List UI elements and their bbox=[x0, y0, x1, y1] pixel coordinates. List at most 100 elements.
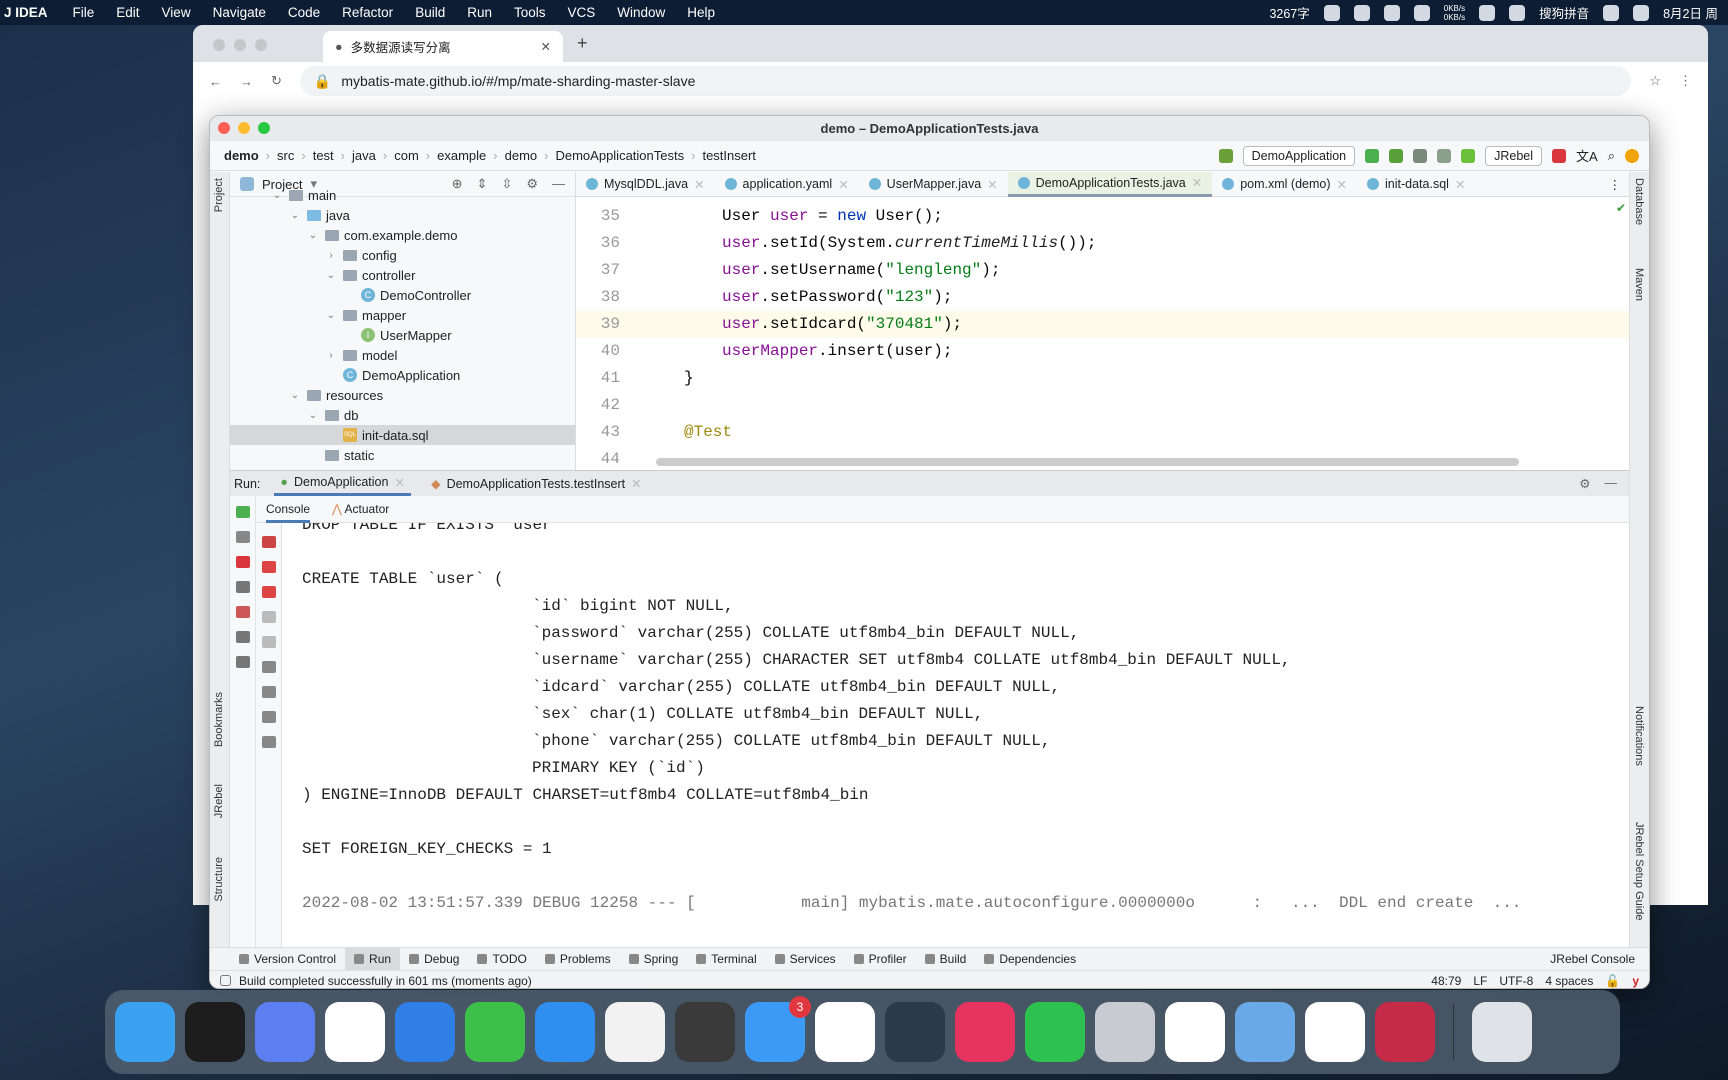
editor-tab[interactable]: pom.xml (demo) ✕ bbox=[1212, 172, 1357, 197]
tool-window-build[interactable]: Build bbox=[916, 948, 976, 971]
project-tool-button[interactable]: Project bbox=[213, 178, 225, 212]
tree-item[interactable]: C DemoApplication bbox=[230, 365, 575, 385]
run-config-select[interactable]: DemoApplication bbox=[1242, 145, 1356, 166]
up-arrow-icon[interactable] bbox=[261, 561, 276, 573]
chevron-right-icon[interactable]: › bbox=[324, 350, 338, 361]
menu-tools[interactable]: Tools bbox=[503, 5, 557, 20]
extensions-icon[interactable]: ⋮ bbox=[1679, 73, 1692, 89]
chevron-down-icon[interactable]: ⌄ bbox=[324, 310, 338, 321]
hide-icon[interactable]: — bbox=[1605, 476, 1618, 491]
tool-window-todo[interactable]: TODO bbox=[468, 948, 535, 971]
tab-actuator[interactable]: ⋀ Actuator bbox=[332, 502, 389, 516]
menu-edit[interactable]: Edit bbox=[105, 5, 150, 20]
youdao-icon[interactable]: y bbox=[1632, 974, 1639, 988]
editor-tab[interactable]: MysqlDDL.java ✕ bbox=[576, 172, 715, 197]
wifi-icon[interactable] bbox=[1603, 4, 1620, 21]
tree-item[interactable]: static bbox=[230, 445, 575, 465]
close-tab-icon[interactable]: ✕ bbox=[541, 39, 551, 54]
menu-navigate[interactable]: Navigate bbox=[202, 5, 277, 20]
close-button[interactable] bbox=[218, 122, 230, 134]
dock-finder-icon[interactable] bbox=[115, 1002, 175, 1062]
wechat-icon[interactable] bbox=[1413, 4, 1430, 21]
app-name[interactable]: J IDEA bbox=[0, 5, 62, 20]
status-toggle-icon[interactable] bbox=[220, 975, 231, 986]
maven-tool-button[interactable]: Maven bbox=[1633, 268, 1645, 301]
dock-intellij-idea-icon[interactable] bbox=[955, 1002, 1015, 1062]
video-icon[interactable] bbox=[1383, 4, 1400, 21]
close-tab-icon[interactable]: ✕ bbox=[1192, 175, 1202, 190]
debug-icon[interactable] bbox=[1389, 148, 1404, 163]
line-separator[interactable]: LF bbox=[1473, 974, 1487, 988]
jrebel-tool-button[interactable]: JRebel bbox=[213, 784, 225, 818]
close-tab-icon[interactable]: ✕ bbox=[1455, 177, 1465, 192]
dock-launchpad-icon[interactable] bbox=[1095, 1002, 1155, 1062]
rerun-icon[interactable] bbox=[235, 506, 250, 518]
dock-vscode-icon[interactable] bbox=[1305, 1002, 1365, 1062]
code-area[interactable]: ✔3˄˅ 35User user = new User();36user.set… bbox=[576, 197, 1643, 470]
battery-icon[interactable] bbox=[1509, 4, 1526, 21]
dock-navicat-icon[interactable] bbox=[1235, 1002, 1295, 1062]
chevron-down-icon[interactable]: ⌄ bbox=[306, 230, 320, 241]
file-encoding[interactable]: UTF-8 bbox=[1499, 974, 1533, 988]
breadcrumb-item[interactable]: example bbox=[433, 148, 490, 163]
coverage-icon[interactable] bbox=[1413, 148, 1428, 163]
breadcrumb-item[interactable]: testInsert bbox=[698, 148, 759, 163]
chevron-down-icon[interactable]: ⌄ bbox=[306, 410, 320, 421]
tree-item[interactable]: I UserMapper bbox=[230, 325, 575, 345]
tool-window-services[interactable]: Services bbox=[766, 948, 845, 971]
trash-icon[interactable] bbox=[261, 736, 276, 748]
scroll-to-end-icon[interactable] bbox=[261, 686, 276, 698]
tool-window-profiler[interactable]: Profiler bbox=[845, 948, 916, 971]
dock-wechat-icon[interactable] bbox=[1025, 1002, 1085, 1062]
breadcrumb-item[interactable]: com bbox=[390, 148, 423, 163]
clock[interactable]: 8月2日 周 bbox=[1663, 3, 1718, 22]
tool-window-debug[interactable]: Debug bbox=[400, 948, 468, 971]
forward-icon[interactable]: → bbox=[240, 74, 253, 89]
profile-icon[interactable] bbox=[1437, 148, 1452, 163]
menu-refactor[interactable]: Refactor bbox=[331, 5, 404, 20]
close-tab-icon[interactable]: ✕ bbox=[694, 177, 704, 192]
tool-window-version-control[interactable]: Version Control bbox=[230, 948, 345, 971]
tree-item[interactable]: SQL init-data.sql bbox=[230, 425, 575, 445]
tree-item[interactable]: ⌄ resources bbox=[230, 385, 575, 405]
run-tab[interactable]: ◆ DemoApplicationTests.testInsert ✕ bbox=[425, 471, 648, 496]
search-icon[interactable]: ⌕ bbox=[1608, 148, 1615, 164]
menu-window[interactable]: Window bbox=[606, 5, 676, 20]
dock-terminal-icon[interactable] bbox=[185, 1002, 245, 1062]
star-icon[interactable]: ☆ bbox=[1649, 73, 1661, 89]
tree-item[interactable]: › config bbox=[230, 245, 575, 265]
database-tool-button[interactable]: Database bbox=[1633, 178, 1645, 225]
tree-item[interactable]: › model bbox=[230, 345, 575, 365]
tree-item[interactable]: ⌄ com.example.demo bbox=[230, 225, 575, 245]
menu-file[interactable]: File bbox=[62, 5, 106, 20]
notifications-tool-button[interactable]: Notifications bbox=[1633, 706, 1645, 766]
close-tab-icon[interactable]: ✕ bbox=[631, 476, 641, 491]
editor-tab[interactable]: DemoApplicationTests.java ✕ bbox=[1007, 171, 1213, 197]
tree-item[interactable]: ⌄ controller bbox=[230, 265, 575, 285]
camera-icon[interactable] bbox=[235, 581, 250, 593]
tree-item[interactable]: C DemoController bbox=[230, 285, 575, 305]
dock-dingtalk-chat-icon[interactable] bbox=[1165, 1002, 1225, 1062]
collapse-all-icon[interactable]: ⇳ bbox=[501, 176, 512, 192]
close-tab-icon[interactable]: ✕ bbox=[838, 177, 848, 192]
gear-icon[interactable]: ⚙ bbox=[526, 176, 538, 192]
tool-window-dependencies[interactable]: Dependencies bbox=[975, 948, 1085, 971]
run-tab[interactable]: ● DemoApplication ✕ bbox=[274, 471, 411, 496]
close-tab-icon[interactable]: ✕ bbox=[394, 475, 404, 490]
dock-sublime-text-icon[interactable] bbox=[675, 1002, 735, 1062]
spotlight-icon[interactable] bbox=[1633, 4, 1650, 21]
structure-tool-button[interactable]: Structure bbox=[213, 857, 225, 902]
minimize-button[interactable] bbox=[234, 39, 246, 51]
dock-safari-icon[interactable] bbox=[535, 1002, 595, 1062]
dock-pwa-icon[interactable] bbox=[465, 1002, 525, 1062]
menu-help[interactable]: Help bbox=[676, 5, 726, 20]
zoom-button[interactable] bbox=[258, 122, 270, 134]
reload-icon[interactable]: ↻ bbox=[271, 73, 282, 89]
dock-remote-desktop-icon[interactable] bbox=[395, 1002, 455, 1062]
chevron-down-icon[interactable]: ⌄ bbox=[288, 390, 302, 401]
down-icon[interactable] bbox=[261, 636, 276, 648]
tool-window-run[interactable]: Run bbox=[345, 947, 401, 971]
dock-wps-icon[interactable] bbox=[815, 1002, 875, 1062]
breadcrumb-item[interactable]: demo bbox=[220, 148, 263, 163]
tool-window-spring[interactable]: Spring bbox=[620, 948, 688, 971]
